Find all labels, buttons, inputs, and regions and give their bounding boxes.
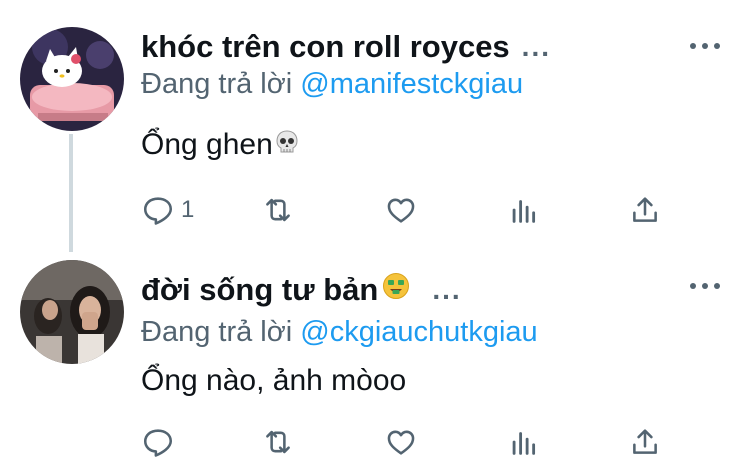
tweet-actions: 1 [141, 190, 681, 230]
reply-handle-link[interactable]: @ckgiauchutkgiau [300, 316, 537, 348]
share-icon [633, 197, 657, 222]
more-options-icon[interactable] [690, 36, 720, 56]
name-ellipsis: ... [432, 274, 462, 305]
tweet-text-content: Ổng nào, ảnh mòoo [141, 364, 407, 397]
heart-icon [387, 430, 415, 455]
share-button[interactable] [628, 190, 662, 230]
tweet-text: Ổng nào, ảnh mòoo [141, 364, 406, 398]
replying-to: Đang trả lời @manifestckgiau [141, 68, 523, 101]
skull-icon [273, 128, 301, 164]
replying-to: Đang trả lời @ckgiauchutkgiau [141, 316, 538, 349]
display-name[interactable]: đời sống tư bản [141, 272, 378, 308]
retweet-button[interactable] [261, 190, 295, 230]
analytics-icon [512, 432, 536, 455]
reply-button[interactable] [141, 422, 181, 462]
money-mouth-face-icon [382, 272, 410, 308]
author-name-row[interactable]: đời sống tư bản ... [141, 270, 462, 310]
reply-handle-link[interactable]: @manifestckgiau [300, 68, 523, 100]
reply-icon [143, 429, 173, 457]
reply-icon [143, 197, 173, 225]
name-ellipsis: ... [521, 31, 552, 62]
like-button[interactable] [384, 190, 418, 230]
retweet-icon [266, 198, 290, 222]
views-button[interactable] [507, 190, 541, 230]
more-options-icon[interactable] [690, 276, 720, 296]
retweet-icon [266, 430, 290, 454]
thread-line [69, 134, 73, 252]
heart-icon [387, 198, 415, 223]
tweet-text: Ổng ghen [141, 128, 301, 164]
replying-to-label: Đang trả lời [141, 316, 293, 348]
like-button[interactable] [384, 422, 418, 462]
retweet-button[interactable] [261, 422, 295, 462]
display-name[interactable]: khóc trên con roll royces [141, 29, 510, 65]
share-button[interactable] [628, 422, 662, 462]
share-icon [633, 429, 657, 454]
avatar[interactable] [20, 27, 124, 131]
views-button[interactable] [507, 422, 541, 462]
avatar[interactable] [20, 260, 124, 364]
author-name-row[interactable]: khóc trên con roll royces ... [141, 27, 551, 67]
analytics-icon [512, 200, 536, 223]
tweet[interactable]: khóc trên con roll royces ... Đang trả l… [0, 0, 750, 252]
avatar-photo-image [20, 260, 124, 364]
avatar-hello-kitty-image [20, 27, 124, 131]
reply-count: 1 [181, 196, 195, 223]
replying-to-label: Đang trả lời [141, 68, 293, 100]
tweet-actions [141, 422, 681, 462]
tweet[interactable]: đời sống tư bản ... Đang trả lời @ckgiau… [0, 250, 750, 472]
reply-button[interactable]: 1 [141, 190, 194, 230]
tweet-text-content: Ổng ghen [141, 128, 273, 161]
